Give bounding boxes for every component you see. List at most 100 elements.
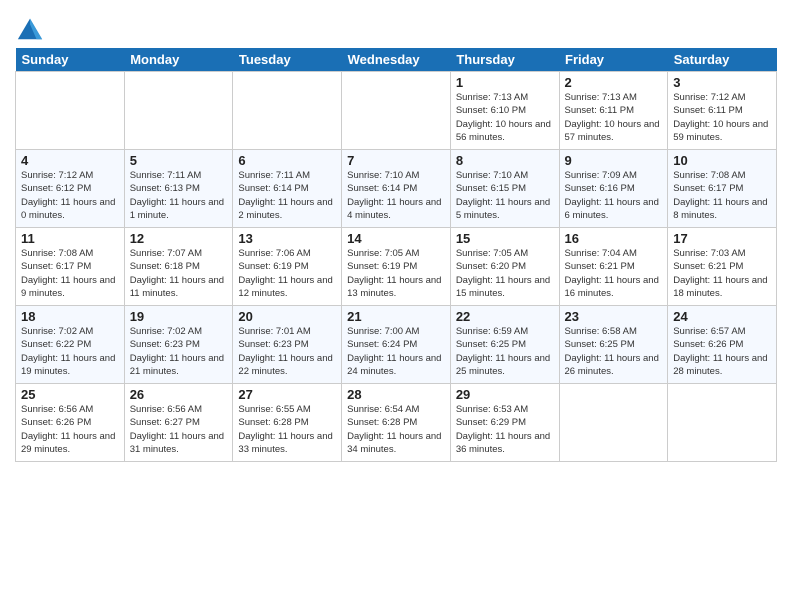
calendar-cell: 1Sunrise: 7:13 AM Sunset: 6:10 PM Daylig… [450, 72, 559, 150]
calendar-cell: 20Sunrise: 7:01 AM Sunset: 6:23 PM Dayli… [233, 306, 342, 384]
day-header-friday: Friday [559, 48, 668, 72]
calendar-cell: 24Sunrise: 6:57 AM Sunset: 6:26 PM Dayli… [668, 306, 777, 384]
week-row-5: 25Sunrise: 6:56 AM Sunset: 6:26 PM Dayli… [16, 384, 777, 462]
cell-info: Sunrise: 6:56 AM Sunset: 6:26 PM Dayligh… [21, 403, 119, 456]
calendar-cell: 26Sunrise: 6:56 AM Sunset: 6:27 PM Dayli… [124, 384, 233, 462]
day-header-sunday: Sunday [16, 48, 125, 72]
date-number: 7 [347, 153, 445, 168]
cell-info: Sunrise: 6:57 AM Sunset: 6:26 PM Dayligh… [673, 325, 771, 378]
date-number: 9 [565, 153, 663, 168]
day-header-wednesday: Wednesday [342, 48, 451, 72]
cell-info: Sunrise: 7:11 AM Sunset: 6:13 PM Dayligh… [130, 169, 228, 222]
cell-info: Sunrise: 7:02 AM Sunset: 6:23 PM Dayligh… [130, 325, 228, 378]
day-header-monday: Monday [124, 48, 233, 72]
cell-info: Sunrise: 6:54 AM Sunset: 6:28 PM Dayligh… [347, 403, 445, 456]
calendar-cell: 29Sunrise: 6:53 AM Sunset: 6:29 PM Dayli… [450, 384, 559, 462]
calendar-cell: 3Sunrise: 7:12 AM Sunset: 6:11 PM Daylig… [668, 72, 777, 150]
date-number: 23 [565, 309, 663, 324]
day-headers-row: SundayMondayTuesdayWednesdayThursdayFrid… [16, 48, 777, 72]
calendar-cell: 8Sunrise: 7:10 AM Sunset: 6:15 PM Daylig… [450, 150, 559, 228]
calendar-table: SundayMondayTuesdayWednesdayThursdayFrid… [15, 48, 777, 462]
date-number: 1 [456, 75, 554, 90]
calendar-cell [559, 384, 668, 462]
date-number: 15 [456, 231, 554, 246]
date-number: 27 [238, 387, 336, 402]
calendar-cell: 16Sunrise: 7:04 AM Sunset: 6:21 PM Dayli… [559, 228, 668, 306]
date-number: 2 [565, 75, 663, 90]
cell-info: Sunrise: 7:11 AM Sunset: 6:14 PM Dayligh… [238, 169, 336, 222]
calendar-cell: 11Sunrise: 7:08 AM Sunset: 6:17 PM Dayli… [16, 228, 125, 306]
calendar-cell [233, 72, 342, 150]
date-number: 14 [347, 231, 445, 246]
calendar-cell: 27Sunrise: 6:55 AM Sunset: 6:28 PM Dayli… [233, 384, 342, 462]
week-row-3: 11Sunrise: 7:08 AM Sunset: 6:17 PM Dayli… [16, 228, 777, 306]
calendar-cell: 5Sunrise: 7:11 AM Sunset: 6:13 PM Daylig… [124, 150, 233, 228]
cell-info: Sunrise: 7:08 AM Sunset: 6:17 PM Dayligh… [21, 247, 119, 300]
calendar-cell [124, 72, 233, 150]
date-number: 24 [673, 309, 771, 324]
calendar-body: 1Sunrise: 7:13 AM Sunset: 6:10 PM Daylig… [16, 72, 777, 462]
date-number: 8 [456, 153, 554, 168]
calendar-cell: 13Sunrise: 7:06 AM Sunset: 6:19 PM Dayli… [233, 228, 342, 306]
date-number: 29 [456, 387, 554, 402]
cell-info: Sunrise: 7:10 AM Sunset: 6:14 PM Dayligh… [347, 169, 445, 222]
calendar-cell: 6Sunrise: 7:11 AM Sunset: 6:14 PM Daylig… [233, 150, 342, 228]
cell-info: Sunrise: 7:10 AM Sunset: 6:15 PM Dayligh… [456, 169, 554, 222]
calendar-cell: 10Sunrise: 7:08 AM Sunset: 6:17 PM Dayli… [668, 150, 777, 228]
cell-info: Sunrise: 6:58 AM Sunset: 6:25 PM Dayligh… [565, 325, 663, 378]
day-header-saturday: Saturday [668, 48, 777, 72]
header [15, 10, 777, 42]
cell-info: Sunrise: 7:01 AM Sunset: 6:23 PM Dayligh… [238, 325, 336, 378]
calendar-cell: 14Sunrise: 7:05 AM Sunset: 6:19 PM Dayli… [342, 228, 451, 306]
calendar-cell: 28Sunrise: 6:54 AM Sunset: 6:28 PM Dayli… [342, 384, 451, 462]
date-number: 21 [347, 309, 445, 324]
date-number: 11 [21, 231, 119, 246]
cell-info: Sunrise: 7:03 AM Sunset: 6:21 PM Dayligh… [673, 247, 771, 300]
cell-info: Sunrise: 7:07 AM Sunset: 6:18 PM Dayligh… [130, 247, 228, 300]
date-number: 22 [456, 309, 554, 324]
cell-info: Sunrise: 7:05 AM Sunset: 6:19 PM Dayligh… [347, 247, 445, 300]
date-number: 3 [673, 75, 771, 90]
calendar-cell: 15Sunrise: 7:05 AM Sunset: 6:20 PM Dayli… [450, 228, 559, 306]
date-number: 13 [238, 231, 336, 246]
calendar-cell: 17Sunrise: 7:03 AM Sunset: 6:21 PM Dayli… [668, 228, 777, 306]
cell-info: Sunrise: 7:12 AM Sunset: 6:11 PM Dayligh… [673, 91, 771, 144]
date-number: 16 [565, 231, 663, 246]
day-header-tuesday: Tuesday [233, 48, 342, 72]
calendar-cell: 18Sunrise: 7:02 AM Sunset: 6:22 PM Dayli… [16, 306, 125, 384]
cell-info: Sunrise: 7:08 AM Sunset: 6:17 PM Dayligh… [673, 169, 771, 222]
date-number: 26 [130, 387, 228, 402]
cell-info: Sunrise: 7:02 AM Sunset: 6:22 PM Dayligh… [21, 325, 119, 378]
date-number: 20 [238, 309, 336, 324]
cell-info: Sunrise: 7:09 AM Sunset: 6:16 PM Dayligh… [565, 169, 663, 222]
logo-icon [16, 14, 44, 42]
calendar-cell: 25Sunrise: 6:56 AM Sunset: 6:26 PM Dayli… [16, 384, 125, 462]
calendar-cell: 4Sunrise: 7:12 AM Sunset: 6:12 PM Daylig… [16, 150, 125, 228]
week-row-1: 1Sunrise: 7:13 AM Sunset: 6:10 PM Daylig… [16, 72, 777, 150]
calendar-cell: 23Sunrise: 6:58 AM Sunset: 6:25 PM Dayli… [559, 306, 668, 384]
day-header-thursday: Thursday [450, 48, 559, 72]
logo [15, 14, 46, 42]
date-number: 19 [130, 309, 228, 324]
logo-text [15, 14, 44, 42]
calendar-cell: 19Sunrise: 7:02 AM Sunset: 6:23 PM Dayli… [124, 306, 233, 384]
week-row-2: 4Sunrise: 7:12 AM Sunset: 6:12 PM Daylig… [16, 150, 777, 228]
calendar-cell: 9Sunrise: 7:09 AM Sunset: 6:16 PM Daylig… [559, 150, 668, 228]
date-number: 10 [673, 153, 771, 168]
date-number: 6 [238, 153, 336, 168]
calendar-cell: 12Sunrise: 7:07 AM Sunset: 6:18 PM Dayli… [124, 228, 233, 306]
calendar-cell [342, 72, 451, 150]
date-number: 18 [21, 309, 119, 324]
cell-info: Sunrise: 7:06 AM Sunset: 6:19 PM Dayligh… [238, 247, 336, 300]
page: SundayMondayTuesdayWednesdayThursdayFrid… [0, 0, 792, 472]
date-number: 17 [673, 231, 771, 246]
cell-info: Sunrise: 6:59 AM Sunset: 6:25 PM Dayligh… [456, 325, 554, 378]
cell-info: Sunrise: 7:05 AM Sunset: 6:20 PM Dayligh… [456, 247, 554, 300]
cell-info: Sunrise: 6:53 AM Sunset: 6:29 PM Dayligh… [456, 403, 554, 456]
cell-info: Sunrise: 6:55 AM Sunset: 6:28 PM Dayligh… [238, 403, 336, 456]
date-number: 4 [21, 153, 119, 168]
calendar-cell: 2Sunrise: 7:13 AM Sunset: 6:11 PM Daylig… [559, 72, 668, 150]
calendar-cell: 22Sunrise: 6:59 AM Sunset: 6:25 PM Dayli… [450, 306, 559, 384]
cell-info: Sunrise: 7:04 AM Sunset: 6:21 PM Dayligh… [565, 247, 663, 300]
calendar-cell [668, 384, 777, 462]
